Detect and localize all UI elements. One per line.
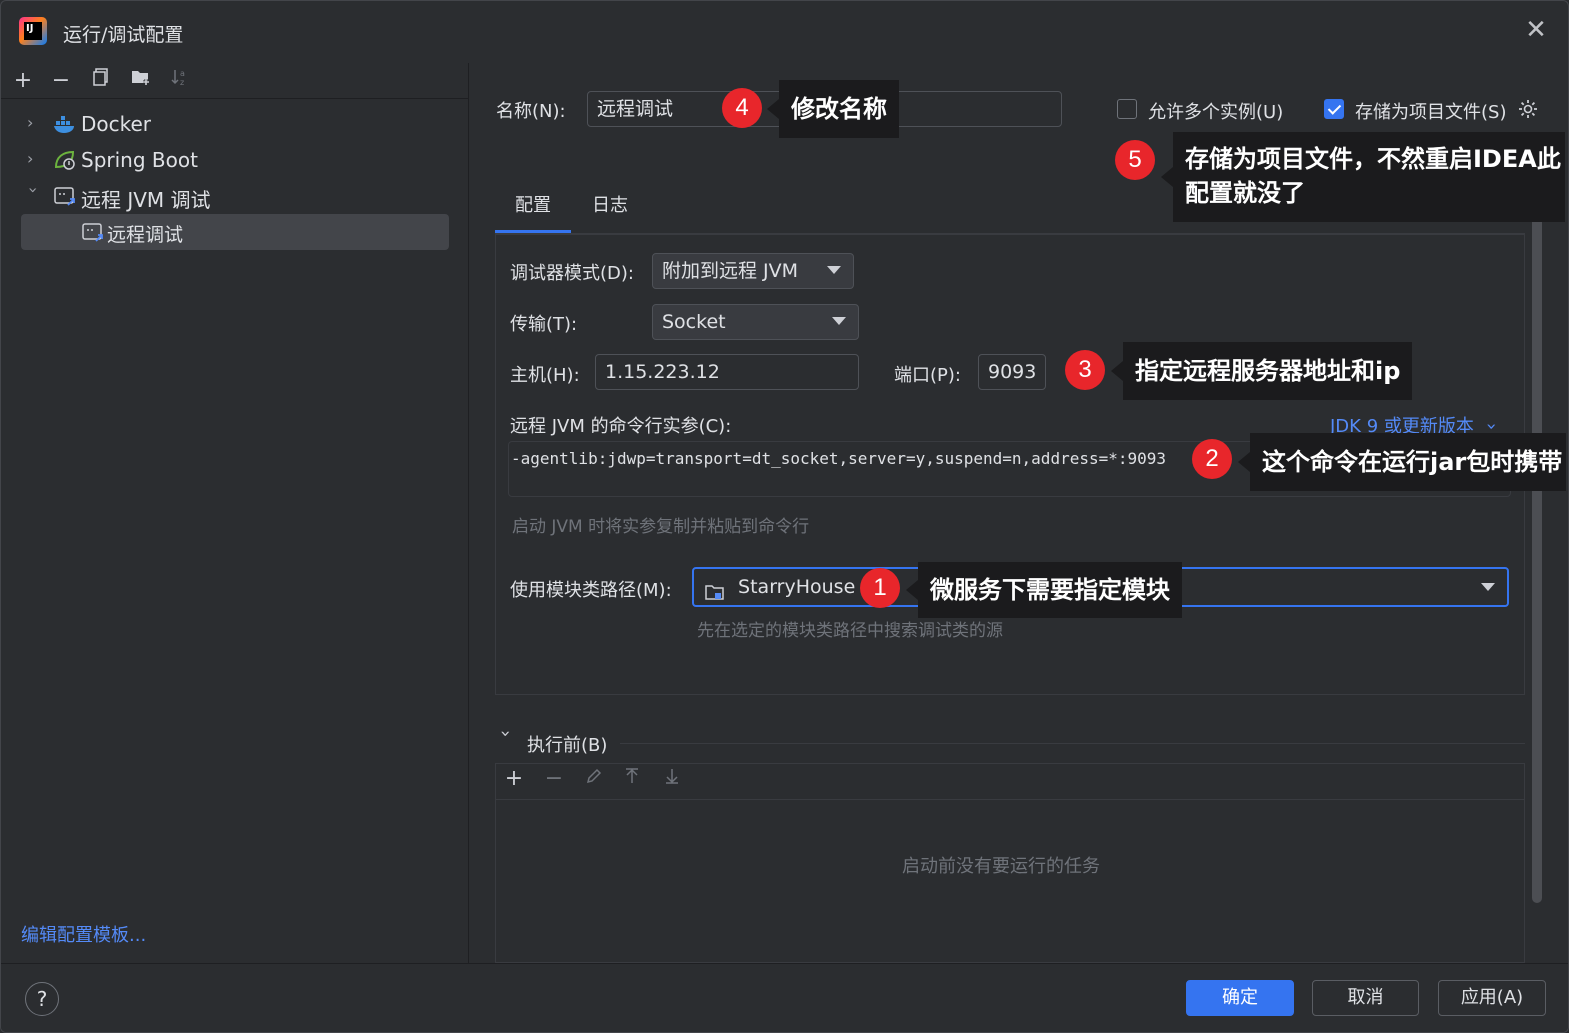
annotation-badge-5: 5 (1115, 140, 1155, 180)
allow-multiple-checkbox[interactable] (1117, 99, 1137, 119)
scrollbar[interactable] (1532, 213, 1542, 903)
module-classpath-hint: 先在选定的模块类路径中搜索调试类的源 (697, 621, 1003, 641)
help-button[interactable]: ? (25, 982, 59, 1016)
close-icon[interactable]: ✕ (1524, 17, 1548, 43)
folder-module-icon (704, 578, 726, 600)
host-input[interactable]: 1.15.223.12 (595, 354, 859, 390)
annotation-badge-3: 3 (1065, 350, 1105, 390)
annotation-callout-5: 存储为项目文件，不然重启IDEA此 配置就没了 (1161, 132, 1565, 222)
chevron-right-icon[interactable]: › (27, 114, 43, 132)
before-launch-label[interactable]: 执行前(B) (527, 731, 607, 757)
svg-text:a: a (180, 69, 185, 78)
tree-item-label: 远程 JVM 调试 (81, 188, 211, 212)
window-title: 运行/调试配置 (63, 24, 184, 46)
remove-task-icon[interactable]: − (540, 765, 568, 793)
tree-item-label: Docker (81, 112, 152, 136)
annotation-badge-1: 1 (860, 568, 900, 608)
before-launch-empty-text: 启动前没有要运行的任务 (902, 856, 1100, 877)
intellij-app-icon: IJ (19, 17, 47, 45)
move-down-icon[interactable] (658, 765, 686, 793)
run-debug-config-dialog: IJ 运行/调试配置 ✕ + − az › Docker › Spring Bo… (0, 0, 1569, 1033)
port-label: 端口(P): (894, 365, 961, 386)
copy-icon[interactable] (87, 67, 115, 95)
spring-boot-icon (53, 149, 77, 171)
annotation-callout-3: 指定远程服务器地址和ip (1110, 342, 1413, 400)
chevron-down-icon: › (1480, 422, 1502, 431)
annotation-callout-2: 这个命令在运行jar包时携带 (1238, 433, 1566, 491)
edit-templates-link[interactable]: 编辑配置模板... (21, 921, 146, 947)
name-label: 名称(N): (496, 101, 566, 122)
docker-icon (53, 113, 77, 135)
chevron-down-icon[interactable]: › (24, 187, 43, 203)
module-classpath-label: 使用模块类路径(M): (510, 580, 672, 601)
tree-toolbar: + − az (1, 63, 469, 99)
transport-value: Socket (662, 311, 726, 333)
dropdown-arrow-icon (1481, 583, 1495, 591)
allow-multiple-label: 允许多个实例(U) (1148, 102, 1284, 123)
cancel-button[interactable]: 取消 (1312, 980, 1419, 1016)
cmd-args-label: 远程 JVM 的命令行实参(C): (510, 416, 732, 437)
remove-icon[interactable]: − (47, 67, 75, 95)
remote-jvm-icon (53, 185, 77, 207)
move-up-icon[interactable] (618, 765, 646, 793)
tree-item-spring-boot[interactable]: › Spring Boot (21, 142, 449, 178)
tree-item-remote-debug[interactable]: 远程调试 (21, 214, 449, 250)
module-classpath-value: StarryHouse (738, 576, 856, 598)
chevron-down-icon[interactable]: › (495, 730, 516, 748)
cmd-args-value: -agentlib:jdwp=transport=dt_socket,serve… (511, 449, 1167, 468)
store-as-project-checkbox[interactable] (1324, 99, 1344, 119)
transport-label: 传输(T): (510, 314, 578, 335)
dropdown-arrow-icon (827, 266, 841, 274)
new-folder-icon[interactable] (127, 67, 155, 95)
transport-select[interactable]: Socket (652, 304, 859, 340)
toolbar-divider (496, 799, 1524, 800)
add-task-icon[interactable]: + (500, 765, 528, 793)
debugger-mode-label: 调试器模式(D): (510, 263, 634, 284)
host-label: 主机(H): (510, 365, 580, 386)
annotation-badge-4: 4 (722, 88, 762, 128)
tree-item-label: Spring Boot (81, 148, 198, 172)
ok-button[interactable]: 确定 (1186, 980, 1294, 1016)
title-bar: IJ 运行/调试配置 ✕ (1, 1, 1568, 63)
annotation-badge-2: 2 (1192, 439, 1232, 479)
annotation-callout-1: 微服务下需要指定模块 (906, 562, 1182, 618)
debugger-mode-select[interactable]: 附加到远程 JVM (652, 253, 854, 289)
store-as-project-label: 存储为项目文件(S) (1355, 102, 1507, 123)
port-input[interactable]: 9093 (978, 354, 1046, 390)
edit-task-icon[interactable] (580, 765, 608, 793)
add-icon[interactable]: + (9, 67, 37, 95)
remote-jvm-icon (81, 221, 105, 243)
section-divider (620, 743, 1525, 744)
gear-icon[interactable] (1517, 98, 1539, 120)
svg-text:z: z (180, 78, 184, 87)
annotation-callout-4: 修改名称 (767, 80, 899, 138)
dialog-button-bar: ? 确定 取消 应用(A) (1, 963, 1568, 1032)
dropdown-arrow-icon (832, 317, 846, 325)
chevron-right-icon[interactable]: › (27, 150, 43, 168)
sort-icon[interactable]: az (165, 67, 193, 95)
annotation-text-line: 存储为项目文件，不然重启IDEA此 (1185, 145, 1561, 173)
tab-logs[interactable]: 日志 (592, 191, 628, 217)
annotation-text-line: 配置就没了 (1185, 179, 1305, 207)
tab-config[interactable]: 配置 (515, 191, 551, 217)
tree-item-label: 远程调试 (107, 224, 184, 246)
apply-button[interactable]: 应用(A) (1438, 980, 1546, 1016)
debugger-mode-value: 附加到远程 JVM (662, 260, 799, 282)
tree-item-remote-jvm[interactable]: › 远程 JVM 调试 (21, 178, 449, 214)
tree-item-docker[interactable]: › Docker (21, 106, 449, 142)
cmd-args-hint: 启动 JVM 时将实参复制并粘贴到命令行 (512, 517, 810, 537)
config-tree-panel: + − az › Docker › Spring Boot › 远程 JVM 调… (1, 63, 469, 963)
